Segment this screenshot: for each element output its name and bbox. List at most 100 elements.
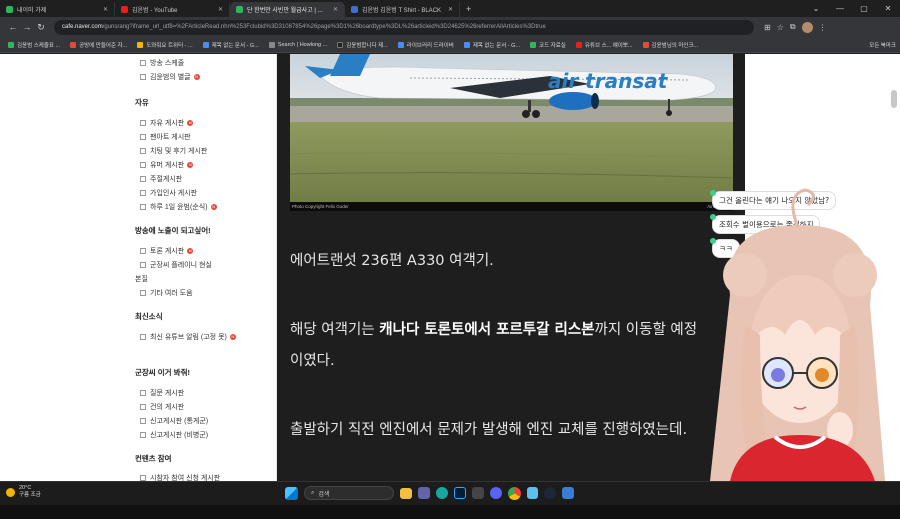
bookmark-favicon — [70, 41, 77, 48]
menu-item[interactable]: 김윤범의 별글 N — [140, 72, 200, 82]
url-host: cafe.naver.com — [62, 24, 103, 30]
menu-item[interactable]: 신고게시판 (통게군) — [140, 416, 208, 426]
menu-item[interactable]: 신고게시판 (비병군) — [140, 430, 208, 440]
menu-item[interactable]: 시참자 참여 신청 게시판 — [140, 473, 220, 481]
board-icon — [140, 74, 146, 80]
bookmark-item[interactable]: 김윤범 스케쥴표 ... — [4, 41, 64, 49]
weather-temp: 20°C — [19, 485, 32, 491]
calendar-icon[interactable] — [472, 487, 484, 499]
menu-item[interactable]: 하루 1일 윤범(순식) N — [140, 202, 217, 212]
bookmark-item[interactable]: 도와줘요 트위터 - ... — [133, 41, 196, 49]
menu-item[interactable]: 질문 게시판 — [140, 388, 184, 398]
board-icon — [140, 120, 146, 126]
menu-item[interactable]: 치팅 및 후기 게시판 — [140, 146, 207, 156]
taskbar-icons: ⌕ 검색 — [285, 486, 574, 500]
bookmark-item[interactable]: 제목 없는 문서 - G... — [199, 41, 263, 49]
search-icon: ⌕ — [311, 489, 315, 496]
bookmark-item[interactable]: 유튜브 스... 얘이뽀... — [572, 41, 637, 49]
tab-3[interactable]: 김윤범 김윤범 T Shirt - BLACK ✕ — [345, 2, 460, 17]
maximize-icon[interactable]: ▢ — [852, 0, 876, 17]
extensions-icon[interactable]: ⧉ — [790, 22, 796, 32]
menu-item[interactable]: 기타 여러 도움 — [140, 288, 193, 298]
close-icon[interactable]: ✕ — [333, 6, 338, 13]
bookmark-favicon — [397, 41, 404, 48]
weather-widget[interactable]: 20°C 구름 조금 — [6, 485, 41, 499]
translate-icon[interactable]: ⊞ — [764, 23, 771, 32]
photoshop-icon[interactable] — [454, 487, 466, 499]
menu-item[interactable]: 유머 게시판 N — [140, 160, 194, 170]
bookmark-item[interactable]: 라이브러리 드라이버 — [394, 41, 458, 49]
close-window-icon[interactable]: ✕ — [876, 0, 900, 17]
reload-icon[interactable]: ↻ — [34, 22, 48, 33]
bookmark-item[interactable]: 김윤범님의 마인크... — [639, 41, 703, 49]
article-paragraph-1: 에어트랜섯 236편 A330 여객기. — [290, 253, 494, 269]
vtuber-avatar — [690, 185, 900, 481]
board-icon — [140, 404, 146, 410]
browser-tab-bar: 내이미 가제 ✕ 김윤범 - YouTube ✕ 단 한번만 사빈만 월급사고 | … — [0, 0, 900, 17]
board-icon — [140, 204, 146, 210]
bookmark-favicon — [530, 41, 537, 48]
all-bookmarks[interactable]: 모든 북마크 — [869, 41, 896, 49]
profile-avatar[interactable] — [801, 21, 813, 33]
bookmark-favicon — [642, 41, 649, 48]
bookmark-favicon — [8, 41, 14, 48]
menu-item[interactable]: 주절게시판 — [140, 174, 182, 184]
file-explorer-icon[interactable] — [400, 487, 412, 499]
taskbar-search[interactable]: ⌕ 검색 — [304, 486, 394, 500]
close-icon[interactable]: ✕ — [218, 6, 223, 13]
menu-item[interactable]: 자유 게시판 N — [140, 118, 194, 128]
new-badge: N — [187, 248, 194, 254]
board-icon — [140, 162, 146, 168]
tab-favicon — [351, 6, 358, 13]
airplane-photo: air transat — [290, 54, 733, 211]
star-icon[interactable]: ☆ — [777, 23, 784, 32]
menu-item[interactable]: 건의 게시판 — [140, 402, 184, 412]
minimize-icon[interactable]: — — [828, 0, 852, 17]
bottom-strip — [0, 505, 900, 519]
photo-credit-strip: Photo Copyright Felix Goder Airliners.ne… — [290, 202, 733, 211]
bookmark-item[interactable]: 공방에 만들어준 자... — [66, 41, 131, 49]
board-icon — [140, 148, 146, 154]
weather-desc: 구름 조금 — [19, 492, 41, 498]
menu-item[interactable]: 토론 게시판 N — [140, 246, 194, 256]
dropdown-icon[interactable]: ⌄ — [804, 0, 828, 17]
close-icon[interactable]: ✕ — [103, 6, 108, 13]
board-icon — [140, 248, 146, 254]
address-toolbar: ← → ↻ cafe.naver.com/gunsrang?iframe_url… — [0, 17, 900, 37]
tab-0[interactable]: 내이미 가제 ✕ — [0, 2, 115, 17]
bookmark-favicon — [268, 41, 275, 48]
tab-favicon — [6, 6, 13, 13]
steam-icon[interactable] — [544, 487, 556, 499]
article-content: air transat Photo Copyright Felix Goder … — [277, 54, 745, 481]
menu-item[interactable]: 본질 — [135, 274, 148, 284]
menu-item[interactable]: 최신 유튜브 알림 (고정 못) N — [140, 332, 236, 342]
menu-item[interactable]: 팬아트 게시판 — [140, 132, 191, 142]
tab-2[interactable]: 단 한번만 사빈만 월급사고 | ... ✕ — [230, 2, 345, 17]
bookmark-favicon — [463, 41, 470, 48]
menu-group-title: 군장씨 이거 봐줘! — [135, 368, 190, 377]
close-icon[interactable]: ✕ — [448, 6, 453, 13]
url-bar[interactable]: cafe.naver.com/gunsrang?iframe_url_utf8=… — [54, 19, 754, 35]
menu-item[interactable]: 가입인사 게시판 — [140, 188, 197, 198]
menu-item[interactable]: 방송 스케줄 — [140, 58, 184, 68]
edge-icon[interactable] — [436, 487, 448, 499]
teams-icon[interactable] — [418, 487, 430, 499]
window-controls: ⌄ — ▢ ✕ — [804, 0, 900, 17]
new-tab-button[interactable]: + — [466, 2, 471, 17]
bookmark-item[interactable]: 제목 없는 문서 - G... — [460, 41, 524, 49]
app-icon[interactable] — [562, 487, 574, 499]
bookmark-item[interactable]: 김윤범합니다 제... — [333, 41, 392, 49]
menu-item[interactable]: 군장씨 플레이니 현실 — [140, 260, 212, 270]
notepad-icon[interactable] — [527, 487, 538, 499]
new-badge: N — [210, 204, 217, 210]
scrollbar-thumb[interactable] — [891, 90, 897, 108]
menu-icon[interactable]: ⋮ — [819, 23, 827, 32]
tab-1[interactable]: 김윤범 - YouTube ✕ — [115, 2, 230, 17]
back-icon[interactable]: ← — [6, 22, 20, 32]
forward-icon[interactable]: → — [20, 22, 34, 32]
bookmark-item[interactable]: 코드 자료실 — [526, 41, 570, 49]
chrome-icon[interactable] — [508, 486, 521, 500]
bookmark-item[interactable]: Search | Howlong ... — [265, 41, 331, 48]
discord-icon[interactable] — [490, 487, 502, 499]
windows-start-icon[interactable] — [285, 486, 298, 500]
